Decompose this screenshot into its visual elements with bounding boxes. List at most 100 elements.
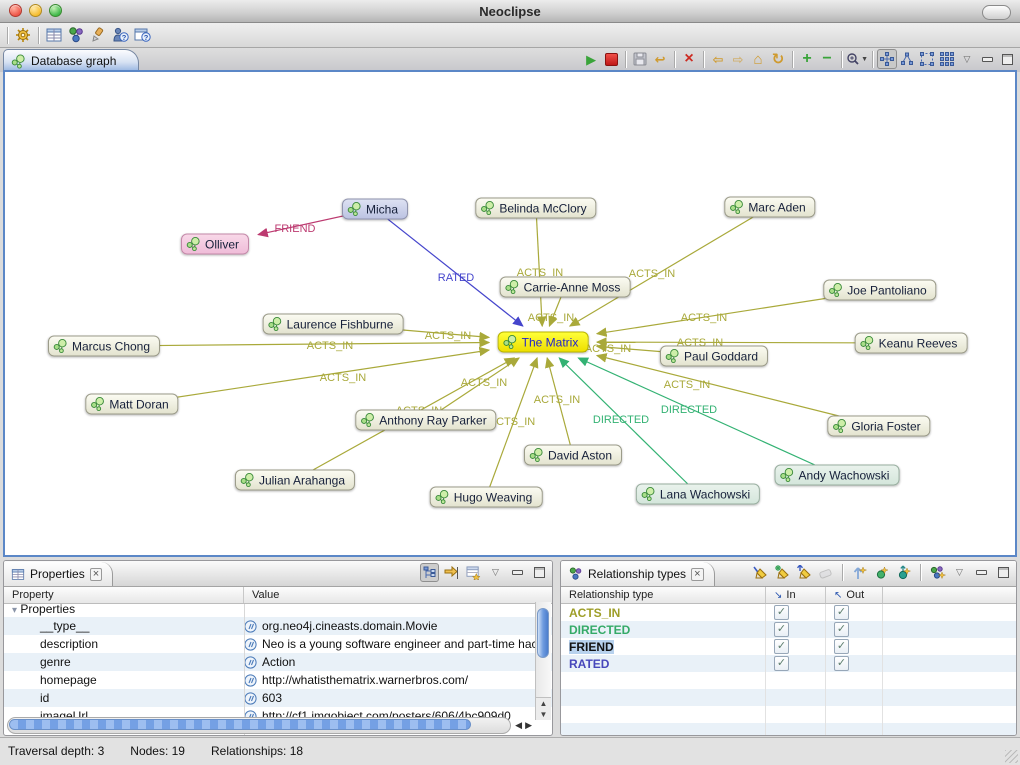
relationship-type-label[interactable]: DIRECTED (569, 623, 630, 637)
graph-node[interactable]: David Aston (524, 445, 622, 466)
scroll-track[interactable] (7, 717, 511, 734)
relationship-type-row[interactable]: FRIEND ✓ ✓ (561, 638, 1016, 655)
scroll-buttons[interactable]: ◀▶ (511, 720, 535, 731)
property-row[interactable]: homepagehttp://whatisthematrix.warnerbro… (4, 671, 552, 689)
graph-node[interactable]: Belinda McClory (475, 198, 596, 219)
spring-layout-icon[interactable] (877, 49, 897, 69)
cheat-sheet-help-icon[interactable]: ? (131, 25, 153, 46)
panel-sash[interactable] (553, 560, 560, 736)
radial-layout-icon[interactable] (917, 49, 937, 69)
properties-vertical-scrollbar[interactable]: ▲▼ (535, 602, 551, 720)
tab-database-graph[interactable]: Database graph (3, 49, 139, 72)
relationship-type-row[interactable]: ACTS_IN ✓ ✓ (561, 604, 1016, 621)
minimize-view-icon[interactable] (977, 49, 997, 69)
graph-node[interactable]: Keanu Reeves (855, 333, 968, 354)
zoom-in-icon[interactable]: + (797, 49, 817, 69)
graph-nodes-icon[interactable] (65, 25, 87, 46)
graph-node[interactable]: Marc Aden (724, 197, 815, 218)
graph-node[interactable]: Andy Wachowski (775, 465, 900, 486)
column-header-property[interactable]: Property (4, 587, 244, 603)
add-relationship-type-node-icon[interactable] (872, 563, 891, 582)
graph-node[interactable]: Julian Arahanga (235, 470, 355, 491)
new-property-icon[interactable] (464, 563, 483, 582)
maximize-view-icon[interactable] (997, 49, 1017, 69)
property-row[interactable]: descriptionNeo is a young software engin… (4, 635, 552, 653)
zoom-level-dropdown[interactable]: ▼ (846, 49, 868, 69)
forward-icon[interactable]: ⇨ (728, 49, 748, 69)
minimize-view-icon[interactable] (972, 563, 991, 582)
graph-node[interactable]: Carrie-Anne Moss (500, 277, 631, 298)
highlight-end-nodes-icon[interactable] (794, 563, 813, 582)
follow-selection-icon[interactable] (442, 563, 461, 582)
decorate-brush-icon[interactable] (87, 25, 109, 46)
graph-node[interactable]: Paul Goddard (660, 346, 768, 367)
add-incoming-icon[interactable] (850, 563, 869, 582)
view-menu-chevron-icon[interactable]: ▽ (950, 563, 969, 582)
checkbox-checked[interactable]: ✓ (774, 605, 789, 620)
highlight-relationships-icon[interactable] (750, 563, 769, 582)
relationship-type-label[interactable]: FRIEND (569, 640, 614, 654)
properties-horizontal-scrollbar[interactable]: ◀▶ (7, 718, 535, 733)
column-header-out[interactable]: ↖Out (826, 587, 883, 603)
show-categories-icon[interactable] (420, 563, 439, 582)
delete-icon[interactable]: × (679, 49, 699, 69)
close-icon[interactable]: × (691, 568, 703, 581)
tab-relationship-types[interactable]: Relationship types × (561, 562, 715, 586)
add-outgoing-node-icon[interactable] (894, 563, 913, 582)
refresh-icon[interactable]: ↻ (768, 49, 788, 69)
zoom-window-button[interactable] (49, 4, 62, 17)
graph-node[interactable]: Hugo Weaving (430, 487, 543, 508)
minimize-view-icon[interactable] (508, 563, 527, 582)
preferences-gear-icon[interactable] (12, 25, 34, 46)
property-category-row[interactable]: ▾ Properties (4, 604, 552, 617)
checkbox-checked[interactable]: ✓ (834, 656, 849, 671)
clear-highlight-eraser-icon[interactable] (816, 563, 835, 582)
graph-node[interactable]: Gloria Foster (827, 416, 930, 437)
graph-node[interactable]: Laurence Fishburne (263, 314, 404, 335)
edge-acts_in[interactable] (547, 358, 573, 455)
save-icon[interactable] (630, 49, 650, 69)
checkbox-checked[interactable]: ✓ (774, 622, 789, 637)
property-row[interactable]: id603 (4, 689, 552, 707)
property-row[interactable]: __type__org.neo4j.cineasts.domain.Movie (4, 617, 552, 635)
database-graph-canvas[interactable]: FRIENDRATEDACTS_INACTS_INACTS_INACTS_INA… (3, 70, 1017, 557)
maximize-view-icon[interactable] (530, 563, 549, 582)
checkbox-checked[interactable]: ✓ (834, 605, 849, 620)
relationship-type-row[interactable]: DIRECTED ✓ ✓ (561, 621, 1016, 638)
highlight-start-nodes-icon[interactable] (772, 563, 791, 582)
maximize-view-icon[interactable] (994, 563, 1013, 582)
tree-layout-icon[interactable] (897, 49, 917, 69)
start-traversal-icon[interactable]: ▶ (581, 49, 601, 69)
graph-node[interactable]: Micha (342, 199, 408, 220)
tab-properties[interactable]: Properties × (4, 562, 113, 586)
minimize-window-button[interactable] (29, 4, 42, 17)
home-icon[interactable]: ⌂ (748, 49, 768, 69)
checkbox-checked[interactable]: ✓ (774, 639, 789, 654)
edge-acts_in[interactable] (132, 350, 489, 404)
table-view-icon[interactable] (43, 25, 65, 46)
relationship-type-label[interactable]: ACTS_IN (569, 606, 620, 620)
column-header-relationship-type[interactable]: Relationship type (561, 587, 766, 603)
column-header-value[interactable]: Value (244, 587, 552, 603)
back-icon[interactable]: ⇦ (708, 49, 728, 69)
edge-acts_in[interactable] (570, 207, 770, 326)
edge-rated[interactable] (375, 209, 523, 326)
graph-node[interactable]: Olliver (181, 234, 249, 255)
expand-triangle-icon[interactable]: ▾ (12, 605, 17, 616)
checkbox-checked[interactable]: ✓ (834, 622, 849, 637)
checkbox-checked[interactable]: ✓ (774, 656, 789, 671)
graph-node[interactable]: Joe Pantoliano (823, 280, 936, 301)
zoom-out-icon[interactable]: − (817, 49, 837, 69)
relationship-type-row[interactable]: RATED ✓ ✓ (561, 655, 1016, 672)
revert-icon[interactable]: ↩ (650, 49, 670, 69)
grid-layout-icon[interactable] (937, 49, 957, 69)
graph-node[interactable]: Matt Doran (85, 394, 178, 415)
checkbox-checked[interactable]: ✓ (834, 639, 849, 654)
add-relationship-icon[interactable] (928, 563, 947, 582)
stop-icon[interactable] (601, 49, 621, 69)
view-menu-chevron-icon[interactable]: ▽ (957, 49, 977, 69)
graph-node[interactable]: Anthony Ray Parker (355, 410, 496, 431)
column-header-in[interactable]: ↘In (766, 587, 826, 603)
relationship-type-label[interactable]: RATED (569, 657, 609, 671)
close-icon[interactable]: × (90, 568, 102, 581)
